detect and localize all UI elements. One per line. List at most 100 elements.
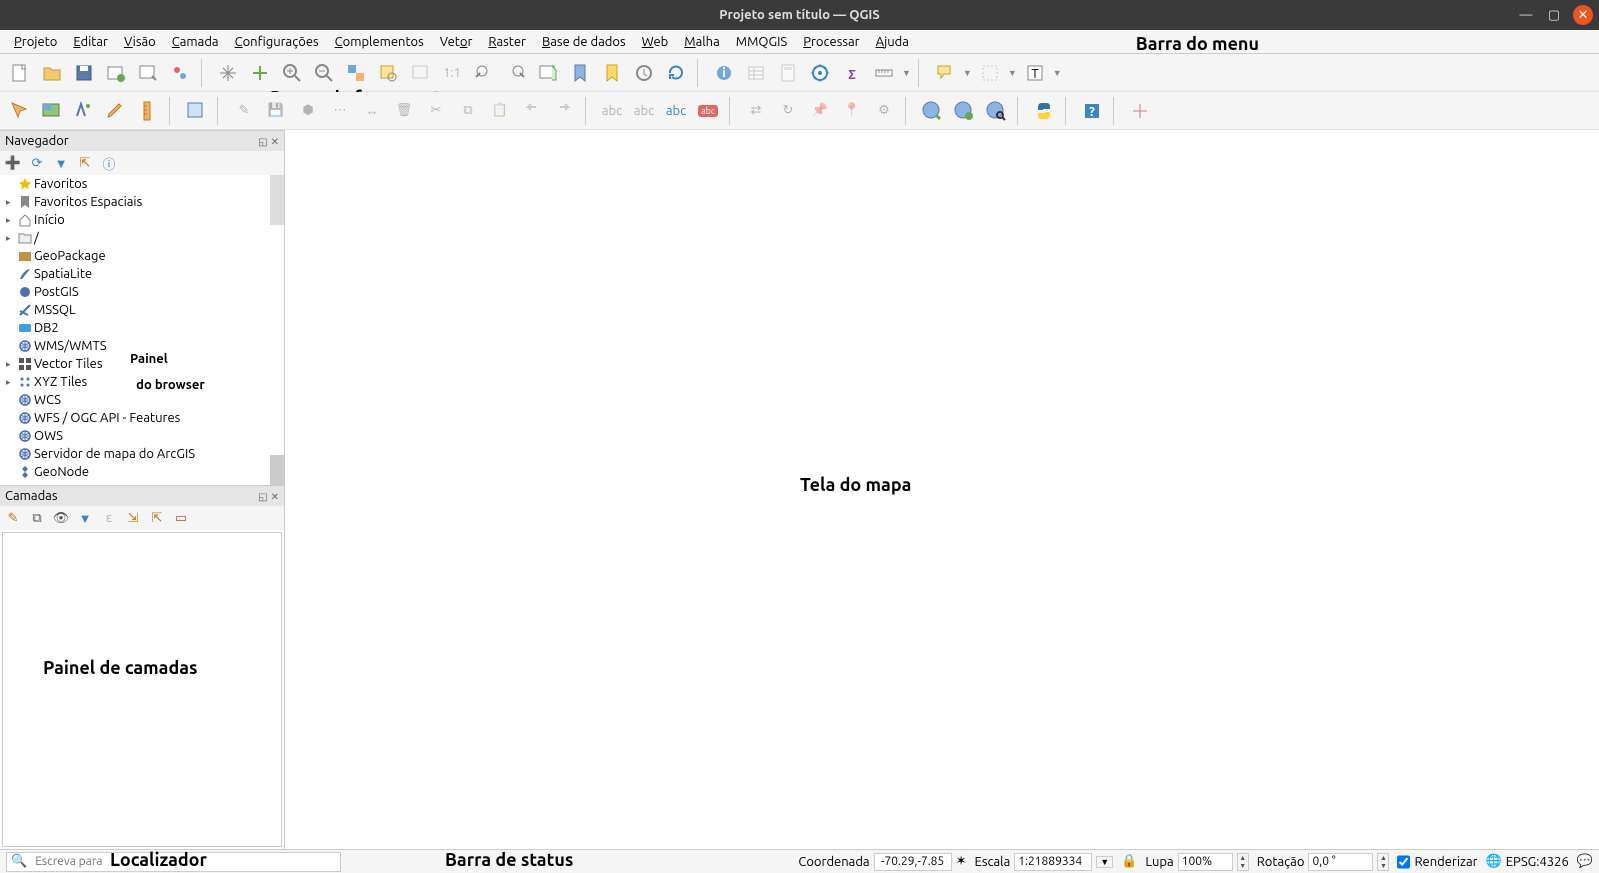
label-unpin-icon[interactable]: 📍 <box>838 97 866 125</box>
menu-rocessar[interactable]: Processar <box>795 33 867 51</box>
render-checkbox[interactable] <box>1397 853 1410 871</box>
refresh-browser-icon[interactable]: ⟳ <box>28 154 46 172</box>
label-rotate-icon[interactable]: ↻ <box>774 97 802 125</box>
new-shapefile-icon[interactable] <box>70 97 98 125</box>
layers-panel-header[interactable]: Camadas ◱✕ <box>0 486 284 506</box>
menu-rojeto[interactable]: Projeto <box>6 33 65 51</box>
menu-MMQGIS[interactable]: MMQGIS <box>728 33 795 51</box>
paste-feature-icon[interactable]: 📋 <box>486 97 514 125</box>
osm-place-icon[interactable] <box>950 97 978 125</box>
toggle-editing-icon[interactable] <box>102 97 130 125</box>
tree-item-wfs-ogc-api-features[interactable]: WFS / OGC API - Features <box>0 409 284 427</box>
menu-ase de dados[interactable]: Base de dados <box>534 33 634 51</box>
messages-icon[interactable]: 💬 <box>1577 854 1593 869</box>
rotation-input[interactable] <box>1308 853 1373 871</box>
scale-dropdown-icon[interactable]: ▼ <box>1096 856 1113 868</box>
new-bookmark-icon[interactable] <box>566 59 594 87</box>
filter-browser-icon[interactable]: ▼ <box>52 154 70 172</box>
style-manager-icon[interactable] <box>166 59 194 87</box>
add-vector-icon[interactable] <box>6 97 34 125</box>
save-edits-icon[interactable]: 💾 <box>262 97 290 125</box>
layers-tree[interactable]: Painel de camadas <box>2 532 282 847</box>
zoom-native-icon[interactable]: 1:1 <box>438 59 466 87</box>
scale-input[interactable] <box>1014 853 1092 871</box>
menu-amada[interactable]: Camada <box>164 33 227 51</box>
toggle-edits-icon[interactable]: ✎ <box>230 97 258 125</box>
copy-feature-icon[interactable]: ⧉ <box>454 97 482 125</box>
new-print-layout-icon[interactable] <box>102 59 130 87</box>
panel-float-icon[interactable]: ◱ <box>258 136 267 147</box>
temporal-controller-icon[interactable] <box>630 59 658 87</box>
menu-juda[interactable]: Ajuda <box>868 33 917 51</box>
tree-item-mssql[interactable]: MSSQL <box>0 301 284 319</box>
collapse-all-icon[interactable]: ⇱ <box>76 154 94 172</box>
crs-field[interactable]: 🌐 EPSG:4326 <box>1486 854 1569 869</box>
text-annotation-icon[interactable]: T <box>1021 59 1049 87</box>
measure-icon[interactable] <box>870 59 898 87</box>
browser-panel-header[interactable]: Navegador ◱✕ <box>0 131 284 151</box>
add-group-icon[interactable]: ⧉ <box>28 509 46 527</box>
tree-item-postgis[interactable]: PostGIS <box>0 283 284 301</box>
minimize-button[interactable]: — <box>1517 6 1535 24</box>
zoom-to-layer-icon[interactable] <box>406 59 434 87</box>
label-toolbar-1-icon[interactable]: abc <box>598 97 626 125</box>
tree-item-geonode[interactable]: GeoNode <box>0 463 284 481</box>
refresh-icon[interactable] <box>662 59 690 87</box>
zoom-next-icon[interactable] <box>502 59 530 87</box>
rotation-spinner[interactable]: ▲▼ <box>1377 853 1389 871</box>
tree-item-servidor-de-mapa-do-arcgis[interactable]: Servidor de mapa do ArcGIS <box>0 445 284 463</box>
map-canvas[interactable]: Tela do mapa <box>285 130 1599 849</box>
properties-icon[interactable]: ⓘ <box>100 154 118 172</box>
cut-feature-icon[interactable]: ✂ <box>422 97 450 125</box>
osm-search-icon[interactable] <box>982 97 1010 125</box>
tree-item-favoritos-espaciais[interactable]: ▸Favoritos Espaciais <box>0 193 284 211</box>
show-bookmarks-icon[interactable] <box>598 59 626 87</box>
menu-isão[interactable]: Visão <box>116 33 164 51</box>
add-layer-icon[interactable]: ➕ <box>4 154 22 172</box>
panel-float-icon[interactable]: ◱ <box>258 491 267 502</box>
browser-scrollbar[interactable] <box>270 175 284 225</box>
menu-aster[interactable]: Raster <box>480 33 534 51</box>
zoom-in-icon[interactable] <box>278 59 306 87</box>
no-action-crosshair-icon[interactable] <box>1126 97 1154 125</box>
delete-feature-icon[interactable]: 🗑 <box>390 97 418 125</box>
tree-item-ows[interactable]: OWS <box>0 427 284 445</box>
magnifier-spinner[interactable]: ▲▼ <box>1237 853 1249 871</box>
panel-close-icon[interactable]: ✕ <box>271 491 279 502</box>
zoom-out-icon[interactable] <box>310 59 338 87</box>
magnifier-input[interactable] <box>1178 853 1233 871</box>
maximize-button[interactable]: ▢ <box>1545 6 1563 24</box>
zoom-last-icon[interactable] <box>470 59 498 87</box>
label-show-icon[interactable]: abc <box>662 97 690 125</box>
deselect-all-icon[interactable] <box>976 59 1004 87</box>
tree-item-favoritos[interactable]: Favoritos <box>0 175 284 193</box>
attribute-table-icon[interactable] <box>742 59 770 87</box>
open-project-icon[interactable] <box>38 59 66 87</box>
zoom-to-selection-icon[interactable] <box>374 59 402 87</box>
save-project-icon[interactable] <box>70 59 98 87</box>
label-move-icon[interactable]: ⇄ <box>742 97 770 125</box>
lock-scale-icon[interactable]: 🔒 <box>1121 854 1137 869</box>
redo-icon[interactable] <box>550 97 578 125</box>
menu-ditar[interactable]: Editar <box>65 33 116 51</box>
tree-item-geopackage[interactable]: GeoPackage <box>0 247 284 265</box>
menu-onfigurações[interactable]: Configurações <box>227 33 327 51</box>
render-field[interactable]: Renderizar <box>1397 853 1477 871</box>
help-icon[interactable]: ? <box>1078 97 1106 125</box>
close-button[interactable]: ✕ <box>1573 5 1593 25</box>
label-pin-icon[interactable]: 📌 <box>806 97 834 125</box>
expand-all-layers-icon[interactable]: ⇲ <box>124 509 142 527</box>
expression-filter-icon[interactable]: ε <box>100 509 118 527</box>
tree-item--[interactable]: ▸/ <box>0 229 284 247</box>
pan-icon[interactable] <box>214 59 242 87</box>
add-feature-icon[interactable]: ⬢ <box>294 97 322 125</box>
field-calculator-icon[interactable] <box>774 59 802 87</box>
tree-item-spatialite[interactable]: SpatiaLite <box>0 265 284 283</box>
manage-visibility-icon[interactable]: 👁 <box>52 509 70 527</box>
osm-download-icon[interactable] <box>918 97 946 125</box>
tree-item-db2[interactable]: DB2 <box>0 319 284 337</box>
zoom-full-icon[interactable] <box>342 59 370 87</box>
menu-omplementos[interactable]: Complementos <box>327 33 432 51</box>
add-raster-icon[interactable] <box>38 97 66 125</box>
vertex-tool-icon[interactable]: ⋯ <box>326 97 354 125</box>
